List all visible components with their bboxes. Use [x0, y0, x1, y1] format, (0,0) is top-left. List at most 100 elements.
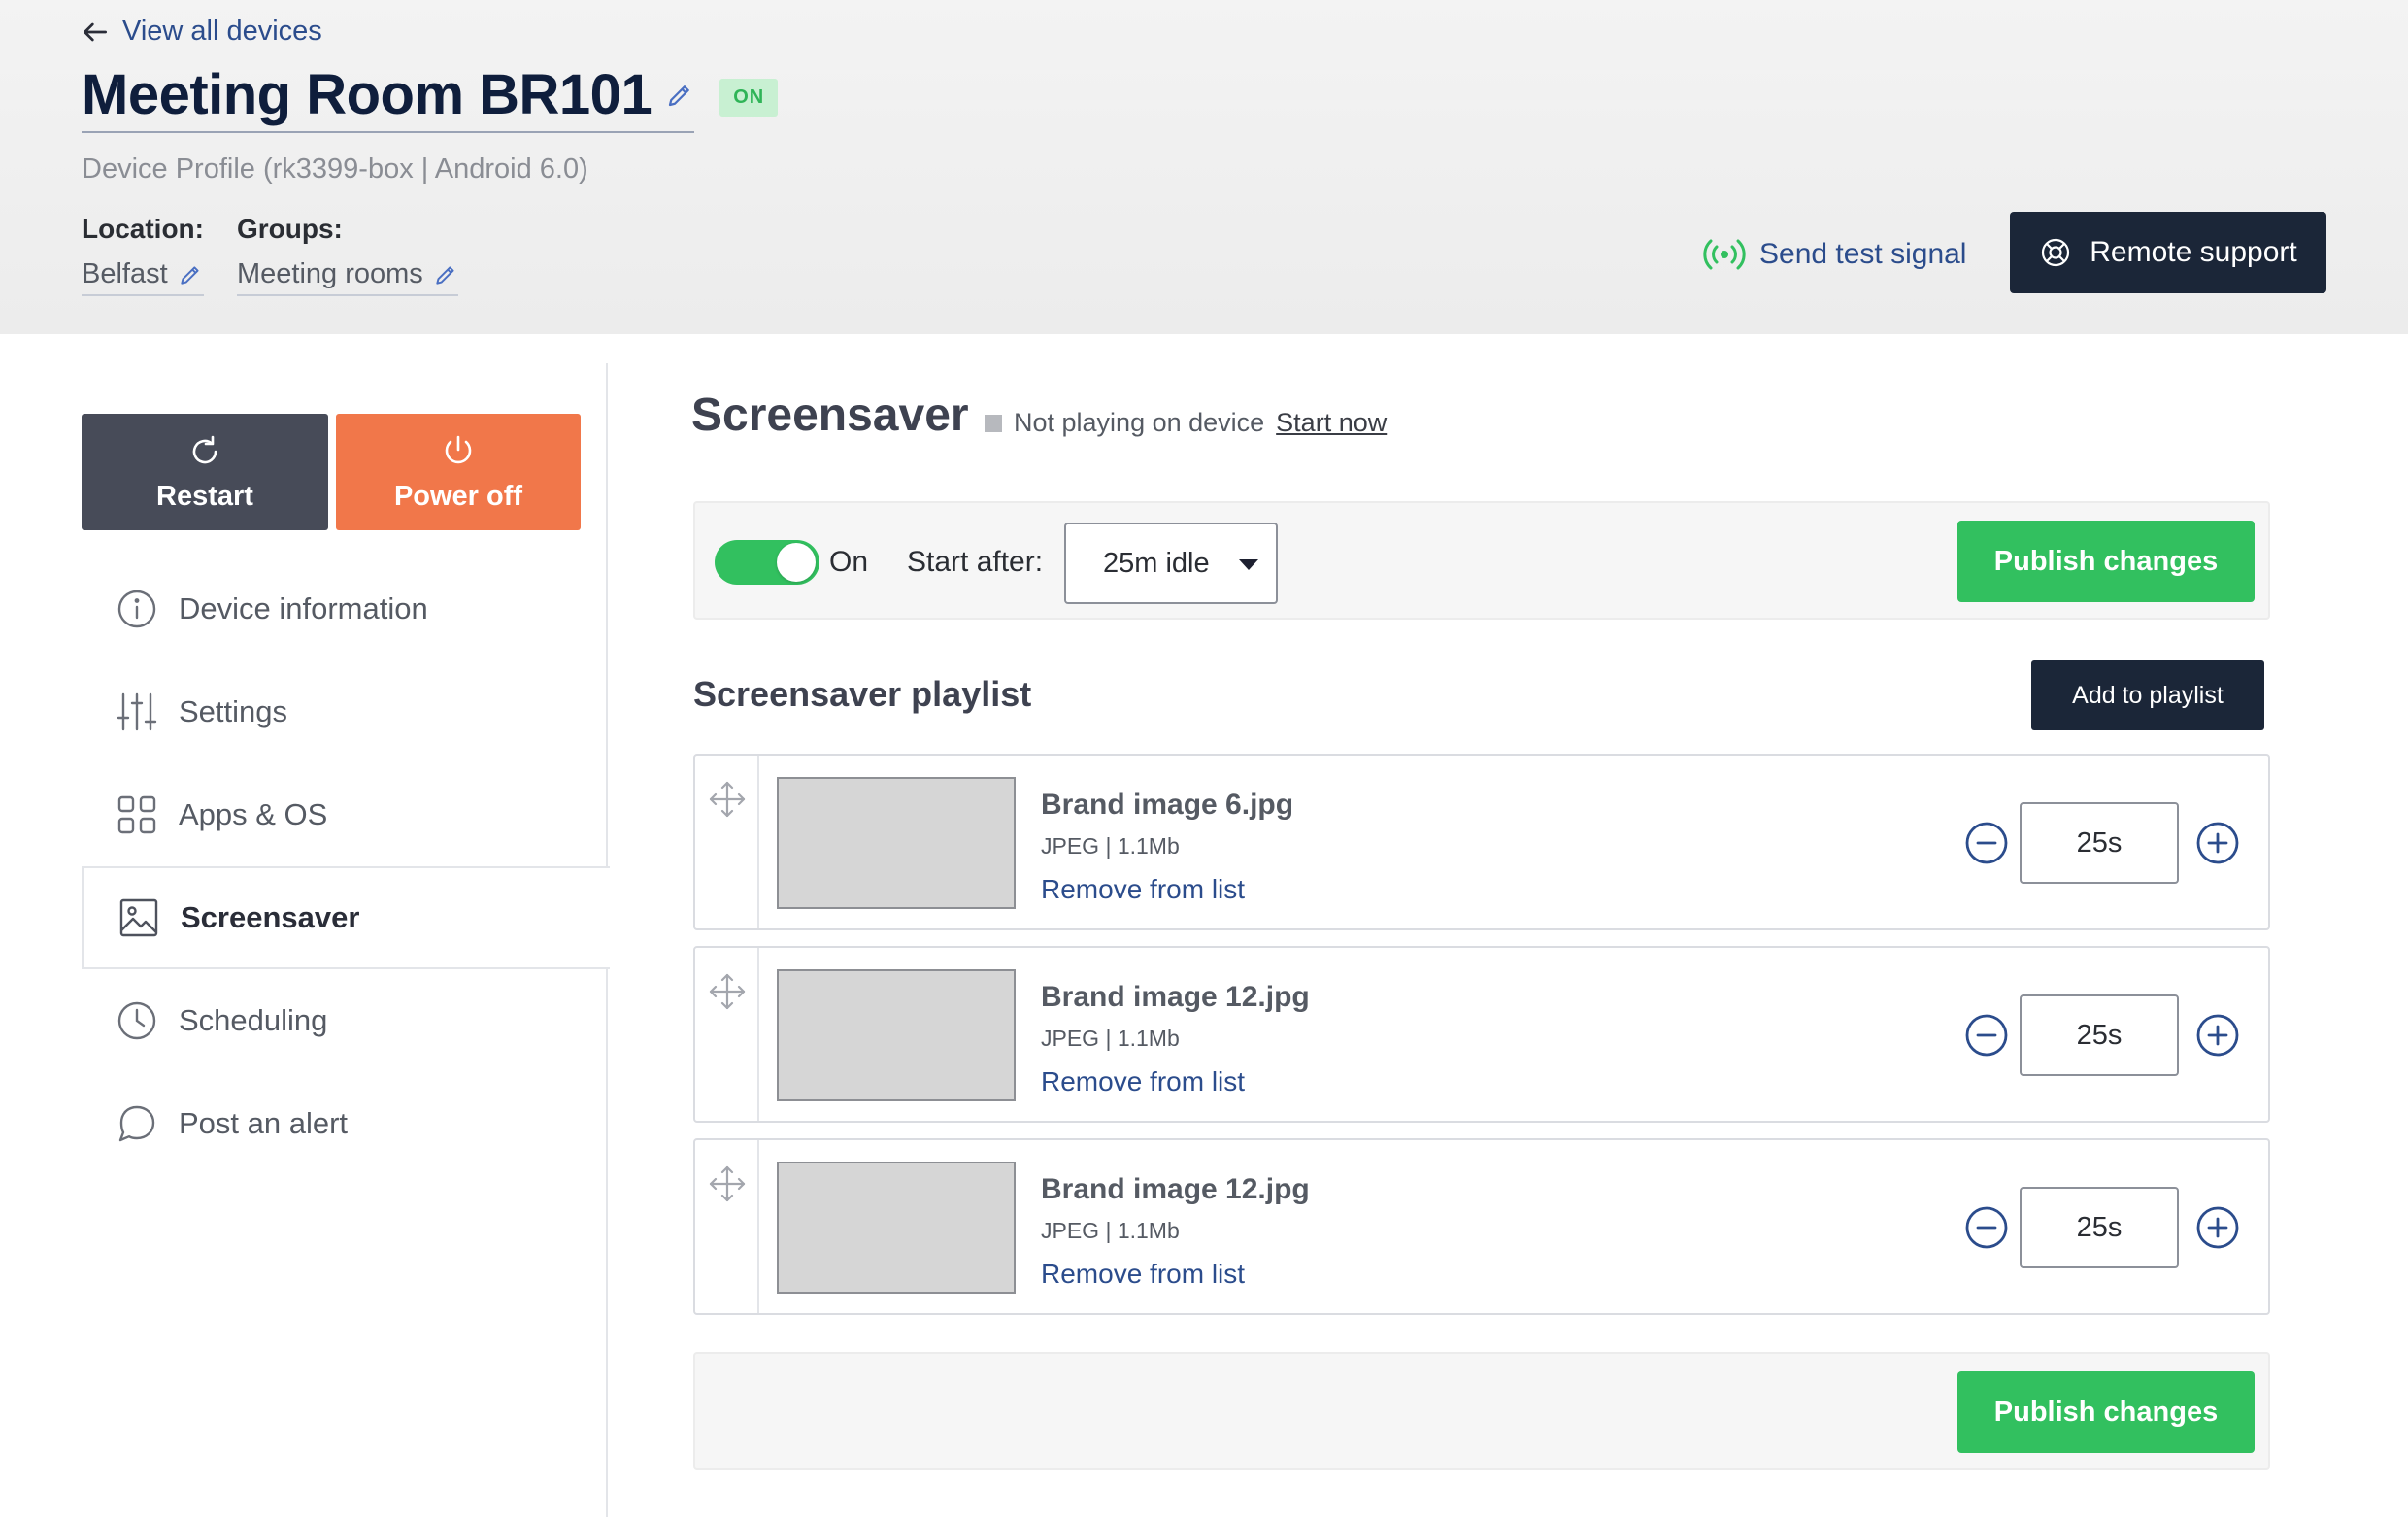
sidebar-item-label: Screensaver	[181, 900, 360, 934]
sidebar-item-post-alert[interactable]: Post an alert	[82, 1072, 608, 1175]
device-header: View all devices Meeting Room BR101 ON D…	[0, 0, 2408, 334]
view-all-devices-label: View all devices	[122, 16, 322, 47]
playlist-item: Brand image 6.jpg JPEG | 1.1Mb Remove fr…	[693, 754, 2270, 930]
section-title: Screensaver	[691, 389, 969, 441]
page-title: Meeting Room BR101	[82, 63, 652, 126]
minus-circle-icon	[1965, 822, 2008, 864]
groups-group: Groups: Meeting rooms	[237, 214, 458, 296]
power-icon	[445, 435, 472, 463]
decrease-duration-button[interactable]	[1963, 1012, 2010, 1059]
power-off-button[interactable]: Power off	[336, 414, 581, 530]
decrease-duration-button[interactable]	[1963, 1204, 2010, 1251]
drag-handle[interactable]	[695, 948, 759, 1121]
add-to-playlist-button[interactable]: Add to playlist	[2031, 660, 2264, 730]
location-value[interactable]: Belfast	[82, 258, 204, 296]
drag-handle[interactable]	[695, 1140, 759, 1313]
decrease-duration-button[interactable]	[1963, 820, 2010, 866]
start-after-value: 25m idle	[1103, 547, 1210, 579]
sidebar-item-label: Apps & OS	[179, 797, 328, 831]
playlist-item: Brand image 12.jpg JPEG | 1.1Mb Remove f…	[693, 946, 2270, 1123]
pencil-icon[interactable]	[665, 81, 694, 110]
image-thumbnail	[777, 969, 1016, 1101]
device-profile: Device Profile (rk3399-box | Android 6.0…	[82, 153, 588, 185]
file-meta: JPEG | 1.1Mb	[1041, 833, 1180, 859]
image-thumbnail	[777, 1162, 1016, 1294]
sidebar-item-label: Post an alert	[179, 1106, 349, 1140]
minus-circle-icon	[1965, 1014, 2008, 1057]
send-test-signal-label: Send test signal	[1759, 238, 1967, 270]
location-group: Location: Belfast	[82, 214, 204, 296]
groups-label: Groups:	[237, 214, 343, 244]
duration-input[interactable]	[2020, 994, 2179, 1076]
publish-footer-panel: Publish changes	[693, 1352, 2270, 1470]
title-row: Meeting Room BR101 ON	[82, 62, 779, 133]
duration-input[interactable]	[2020, 1187, 2179, 1268]
send-test-signal-button[interactable]: Send test signal	[1703, 233, 1966, 276]
start-now-link[interactable]: Start now	[1276, 408, 1387, 438]
toggle-label: On	[829, 546, 869, 578]
sidebar-item-apps-os[interactable]: Apps & OS	[82, 763, 608, 866]
file-meta: JPEG | 1.1Mb	[1041, 1026, 1180, 1051]
location-label: Location:	[82, 214, 204, 244]
remove-from-list-link[interactable]: Remove from list	[1041, 874, 1245, 905]
increase-duration-button[interactable]	[2194, 1012, 2241, 1059]
lifebuoy-icon	[2042, 238, 2070, 267]
minus-circle-icon	[1965, 1206, 2008, 1249]
restart-label: Restart	[156, 480, 253, 512]
signal-icon	[1703, 239, 1746, 270]
editable-title[interactable]: Meeting Room BR101	[82, 62, 695, 133]
sidebar-item-screensaver[interactable]: Screensaver	[82, 866, 610, 969]
restart-button[interactable]: Restart	[82, 414, 328, 530]
playlist-item: Brand image 12.jpg JPEG | 1.1Mb Remove f…	[693, 1138, 2270, 1315]
sidebar-nav: Device information Settings Apps & OS Sc…	[82, 557, 610, 1175]
groups-value-text: Meeting rooms	[237, 258, 423, 289]
remove-from-list-link[interactable]: Remove from list	[1041, 1259, 1245, 1290]
move-icon	[709, 973, 746, 1010]
file-meta: JPEG | 1.1Mb	[1041, 1218, 1180, 1243]
file-name: Brand image 6.jpg	[1041, 789, 1294, 821]
publish-changes-button[interactable]: Publish changes	[1957, 1371, 2255, 1453]
toggle-knob	[777, 543, 816, 582]
image-icon	[119, 898, 158, 937]
sidebar-item-label: Settings	[179, 694, 288, 728]
increase-duration-button[interactable]	[2194, 820, 2241, 866]
file-name: Brand image 12.jpg	[1041, 981, 1310, 1013]
image-thumbnail	[777, 777, 1016, 909]
view-all-devices-link[interactable]: View all devices	[80, 16, 322, 48]
playback-status: Not playing on device Start now	[985, 408, 1387, 438]
publish-changes-button[interactable]: Publish changes	[1957, 521, 2255, 602]
move-icon	[709, 781, 746, 818]
screensaver-settings-panel: On Start after: 25m idle Publish changes	[693, 501, 2270, 620]
sidebar-item-settings[interactable]: Settings	[82, 660, 608, 763]
duration-input[interactable]	[2020, 802, 2179, 884]
status-text: Not playing on device	[1014, 408, 1265, 437]
info-icon	[117, 590, 156, 628]
pencil-icon[interactable]	[178, 262, 203, 287]
increase-duration-button[interactable]	[2194, 1204, 2241, 1251]
pencil-icon[interactable]	[433, 262, 458, 287]
arrow-left-icon	[84, 22, 107, 41]
plus-circle-icon	[2196, 822, 2239, 864]
start-after-label: Start after:	[907, 546, 1044, 578]
screensaver-toggle[interactable]	[715, 540, 819, 585]
status-badge: ON	[719, 79, 779, 117]
playlist-title: Screensaver playlist	[693, 674, 1032, 714]
groups-value[interactable]: Meeting rooms	[237, 258, 458, 296]
plus-circle-icon	[2196, 1014, 2239, 1057]
remove-from-list-link[interactable]: Remove from list	[1041, 1066, 1245, 1097]
sidebar-item-scheduling[interactable]: Scheduling	[82, 969, 608, 1072]
move-icon	[709, 1165, 746, 1202]
sidebar-item-label: Scheduling	[179, 1003, 328, 1037]
remote-support-button[interactable]: Remote support	[2010, 212, 2326, 293]
drag-handle[interactable]	[695, 756, 759, 928]
apps-grid-icon	[117, 795, 156, 834]
start-after-select[interactable]: 25m idle	[1064, 523, 1278, 604]
sliders-icon	[117, 692, 157, 731]
plus-circle-icon	[2196, 1206, 2239, 1249]
status-indicator	[985, 414, 1002, 432]
chat-bubble-icon	[118, 1105, 155, 1142]
sidebar-item-device-information[interactable]: Device information	[82, 557, 608, 660]
power-off-label: Power off	[393, 480, 523, 512]
location-value-text: Belfast	[82, 258, 168, 289]
caret-down-icon	[1239, 559, 1258, 570]
